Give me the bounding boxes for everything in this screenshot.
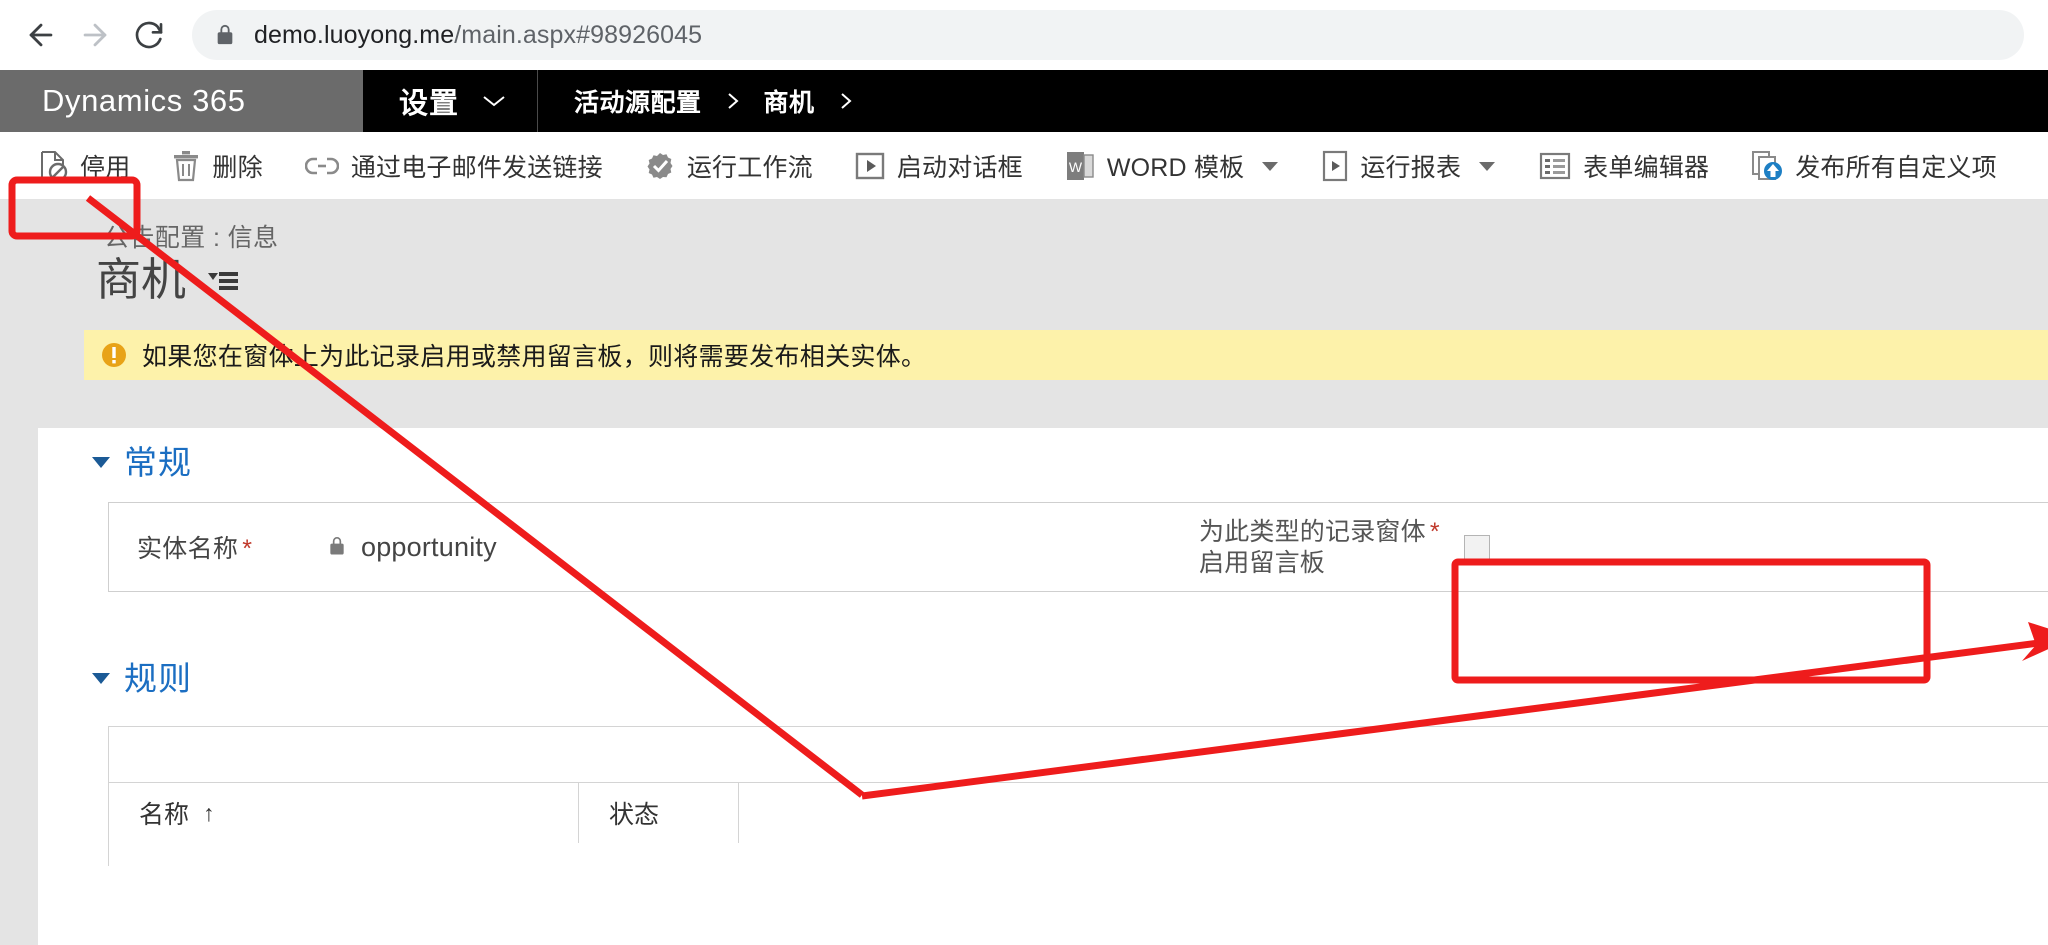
brand-label: Dynamics 365 [42,83,246,118]
entity-name-label-text: 实体名称 [137,535,239,563]
browser-toolbar: demo.luoyong.me/main.aspx#98926045 [0,0,2048,70]
form-area: 常规 实体名称* opportunity 为此类型的记录窗体*启用留言板 [38,428,2048,945]
deactivate-label: 停用 [80,153,131,182]
email-link-label: 通过电子邮件发送链接 [350,153,603,182]
nav-module-settings[interactable]: 设置 [363,70,539,132]
wall-label-line2: 启用留言板 [1199,549,1326,577]
breadcrumb: 活动源配置 商机 [538,70,877,132]
collapse-triangle-icon[interactable] [92,457,110,468]
section-title-rules: 规则 [124,662,192,698]
breadcrumb-item-1[interactable]: 商机 [764,83,815,119]
deactivate-button[interactable]: 停用 [22,140,146,192]
url-path: /main.aspx#98926045 [454,20,703,49]
general-field-row: 实体名称 * opportunity 为此类型的记录窗体 * 启用留言板 [108,502,2048,592]
chevron-down-icon[interactable] [1260,159,1280,173]
notification-text: 如果您在窗体上为此记录启用或禁用留言板，则将需要发布相关实体。 [142,343,927,371]
run-workflow-button[interactable]: 运行工作流 [629,140,829,192]
grid-header-row: 名称 ↑ 状态 [109,783,2048,843]
forward-button[interactable] [68,8,122,62]
svg-text:W: W [1069,159,1083,175]
lock-icon [327,535,347,559]
entity-name-value-wrap: opportunity [327,532,497,563]
breadcrumb-item-0[interactable]: 活动源配置 [574,83,702,119]
chevron-down-icon[interactable] [481,93,507,109]
reload-button[interactable] [122,8,176,62]
brand-logo[interactable]: Dynamics 365 [0,70,363,132]
wall-label-line1: 为此类型的记录窗体 [1199,518,1426,546]
arrow-left-icon [24,18,58,52]
wall-checkbox[interactable] [1463,535,1490,561]
column-header-status-label: 状态 [609,801,660,829]
publish-all-button[interactable]: 发布所有自定义项 [1735,140,2013,192]
record-menu-icon[interactable] [206,267,240,297]
warning-icon [100,341,128,369]
column-header-status[interactable]: 状态 [579,783,739,843]
link-icon [304,153,339,179]
reload-icon [133,19,165,51]
word-template-label: WORD 模板 [1106,153,1245,182]
word-template-button[interactable]: W WORD 模板 [1049,140,1297,192]
section-header-rules[interactable]: 规则 [38,644,2048,708]
dynamics-top-nav: Dynamics 365 设置 活动源配置 商机 [0,70,2048,132]
chevron-right-icon[interactable] [837,89,855,113]
address-bar[interactable]: demo.luoyong.me/main.aspx#98926045 [192,10,2024,60]
app-window: demo.luoyong.me/main.aspx#98926045 Dynam… [0,0,2048,945]
lock-icon [214,22,236,48]
command-bar: 停用 删除 通过电子邮件发送链接 运行工作流 启动对话框 W WORD 模板 运… [0,132,2048,200]
back-button[interactable] [14,8,68,62]
wall-checkbox-field[interactable]: 为此类型的记录窗体 * 启用留言板 [1171,503,1571,593]
run-workflow-label: 运行工作流 [686,153,813,182]
form-editor-icon [1539,152,1571,180]
page-title-row: 商机 [96,258,240,303]
entity-name-field[interactable]: 实体名称 * opportunity [109,503,497,591]
workflow-icon [645,151,675,181]
page-title: 商机 [96,255,187,305]
section-header-general[interactable]: 常规 [38,428,2048,492]
dialog-play-icon [855,152,885,180]
notification-bar: 如果您在窗体上为此记录启用或禁用留言板，则将需要发布相关实体。 [84,330,2048,380]
wall-checkbox-label: 为此类型的记录窗体 * 启用留言板 [1199,517,1440,579]
deactivate-record-icon [38,150,68,182]
url-text: demo.luoyong.me/main.aspx#98926045 [254,21,702,50]
start-dialog-button[interactable]: 启动对话框 [839,140,1039,192]
sort-ascending-icon: ↑ [203,799,215,826]
column-header-name[interactable]: 名称 ↑ [109,783,579,843]
trash-icon [172,150,200,182]
form-editor-button[interactable]: 表单编辑器 [1523,140,1725,192]
url-domain: demo.luoyong.me [254,20,455,49]
collapse-triangle-icon[interactable] [92,673,110,684]
entity-name-value: opportunity [361,531,497,562]
record-header: 公告配置 : 信息 商机 如果您在窗体上为此记录启用或禁用留言板，则将需要发布相… [38,200,2048,428]
nav-module-label: 设置 [399,88,460,120]
delete-label: 删除 [212,153,263,182]
record-subtitle: 公告配置 : 信息 [104,224,279,252]
arrow-right-icon [78,18,112,52]
report-icon [1322,150,1348,182]
run-report-label: 运行报表 [1360,153,1462,182]
form-editor-label: 表单编辑器 [1583,153,1710,182]
grid-toolbar-area [109,727,2048,783]
column-header-name-label: 名称 [139,801,190,829]
word-template-icon: W [1065,150,1095,182]
rules-grid: 名称 ↑ 状态 [108,726,2048,866]
required-asterisk: * [242,535,253,563]
chevron-down-icon[interactable] [1477,159,1497,173]
email-link-button[interactable]: 通过电子邮件发送链接 [289,140,619,192]
delete-button[interactable]: 删除 [156,140,278,192]
run-report-button[interactable]: 运行报表 [1306,140,1513,192]
left-rail [0,200,38,945]
publish-icon [1751,150,1783,182]
section-title-general: 常规 [124,446,192,482]
publish-all-label: 发布所有自定义项 [1795,153,1997,182]
column-header-blank[interactable] [739,783,2039,843]
required-asterisk: * [1429,518,1440,546]
page-body: 公告配置 : 信息 商机 如果您在窗体上为此记录启用或禁用留言板，则将需要发布相… [0,200,2048,945]
start-dialog-label: 启动对话框 [896,153,1023,182]
entity-name-label: 实体名称 * [137,529,327,565]
chevron-right-icon[interactable] [724,89,742,113]
